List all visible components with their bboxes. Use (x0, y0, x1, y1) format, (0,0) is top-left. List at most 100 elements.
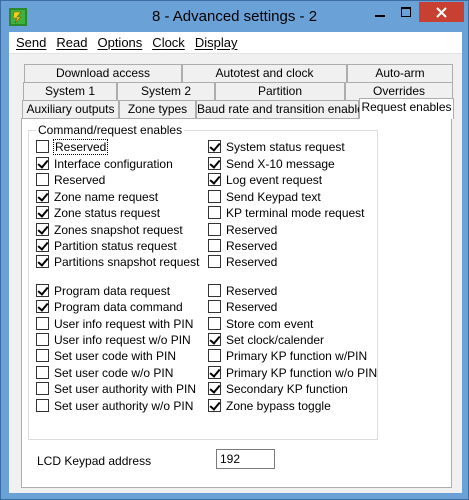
checkbox-box[interactable] (36, 173, 49, 186)
checkbox-left-9-program-data-command[interactable]: Program data command (36, 299, 183, 314)
menu-send[interactable]: Send (11, 35, 51, 50)
checkbox-box[interactable] (208, 349, 221, 362)
checkbox-right-1-send-x-10-message[interactable]: Send X-10 message (208, 156, 335, 171)
checkbox-label: Set user authority with PIN (54, 381, 197, 396)
checkbox-right-5-reserved[interactable]: Reserved (208, 222, 277, 237)
checkbox-left-6-partition-status-request[interactable]: Partition status request (36, 238, 177, 253)
group-title: Command/request enables (36, 123, 185, 137)
checkbox-left-8-program-data-request[interactable]: Program data request (36, 283, 170, 298)
checkbox-box[interactable] (36, 255, 49, 268)
checkbox-right-3-send-keypad-text[interactable]: Send Keypad text (208, 189, 321, 204)
checkbox-left-1-interface-configuration[interactable]: Interface configuration (36, 156, 173, 171)
checkbox-box[interactable] (208, 317, 221, 330)
checkbox-box[interactable] (36, 284, 49, 297)
checkbox-left-12-set-user-code-with-pin[interactable]: Set user code with PIN (36, 348, 176, 363)
menu-display[interactable]: Display (190, 35, 243, 50)
checkbox-right-6-reserved[interactable]: Reserved (208, 238, 277, 253)
checkbox-right-0-system-status-request[interactable]: System status request (208, 139, 345, 154)
tab-zone-types[interactable]: Zone types (119, 100, 196, 118)
checkbox-box[interactable] (36, 140, 49, 153)
checkbox-right-8-reserved[interactable]: Reserved (208, 283, 277, 298)
checkbox-right-4-kp-terminal-mode-request[interactable]: KP terminal mode request (208, 205, 365, 220)
checkbox-label: Reserved (226, 238, 278, 253)
checkbox-box[interactable] (208, 239, 221, 252)
checkbox-box[interactable] (208, 366, 221, 379)
checkbox-label: Store com event (226, 316, 314, 331)
checkbox-box[interactable] (208, 173, 221, 186)
tab-request-enables[interactable]: Request enables (359, 98, 454, 119)
checkbox-box[interactable] (36, 399, 49, 412)
app-window: 8 - Advanced settings - 2 Send Read Opti… (0, 0, 469, 500)
checkbox-left-2-reserved[interactable]: Reserved (36, 172, 105, 187)
checkbox-label: Partition status request (54, 238, 177, 253)
checkbox-box[interactable] (208, 333, 221, 346)
minimize-button[interactable] (367, 2, 393, 22)
close-button[interactable] (419, 2, 464, 22)
menu-read[interactable]: Read (51, 35, 92, 50)
checkbox-left-0-reserved[interactable]: Reserved (36, 138, 109, 155)
checkbox-box[interactable] (36, 366, 49, 379)
checkbox-label: Send Keypad text (226, 189, 321, 204)
menu-clock[interactable]: Clock (147, 35, 190, 50)
tab-auto-arm[interactable]: Auto-arm (347, 64, 453, 82)
checkbox-box[interactable] (36, 190, 49, 203)
menu-options[interactable]: Options (92, 35, 147, 50)
maximize-button[interactable] (393, 2, 419, 22)
checkbox-box[interactable] (36, 239, 49, 252)
checkbox-label: Partitions snapshot request (54, 254, 200, 269)
checkbox-label: Reserved (226, 283, 278, 298)
checkbox-box[interactable] (36, 317, 49, 330)
checkbox-box[interactable] (208, 157, 221, 170)
checkbox-box[interactable] (36, 223, 49, 236)
tab-system-2[interactable]: System 2 (117, 82, 215, 100)
checkbox-left-11-user-info-request-w-o-pin[interactable]: User info request w/o PIN (36, 332, 191, 347)
checkbox-box[interactable] (208, 255, 221, 268)
checkbox-left-4-zone-status-request[interactable]: Zone status request (36, 205, 160, 220)
checkbox-label: Zone status request (54, 205, 161, 220)
tab-download-access[interactable]: Download access (24, 64, 182, 82)
checkbox-box[interactable] (208, 284, 221, 297)
checkbox-box[interactable] (36, 157, 49, 170)
close-icon (436, 6, 447, 18)
checkbox-box[interactable] (36, 349, 49, 362)
checkbox-box[interactable] (208, 382, 221, 395)
maximize-icon (401, 7, 411, 17)
checkbox-left-14-set-user-authority-with-pin[interactable]: Set user authority with PIN (36, 381, 196, 396)
checkbox-box[interactable] (36, 333, 49, 346)
checkbox-left-13-set-user-code-w-o-pin[interactable]: Set user code w/o PIN (36, 365, 173, 380)
checkbox-right-7-reserved[interactable]: Reserved (208, 254, 277, 269)
checkbox-box[interactable] (36, 382, 49, 395)
lcd-keypad-address-input[interactable] (216, 449, 275, 469)
tab-partition[interactable]: Partition (215, 82, 345, 100)
checkbox-label: Send X-10 message (226, 156, 335, 171)
checkbox-label: Zones snapshot request (54, 222, 183, 237)
checkbox-left-10-user-info-request-with-pin[interactable]: User info request with PIN (36, 316, 193, 331)
checkbox-right-9-reserved[interactable]: Reserved (208, 299, 277, 314)
checkbox-right-15-zone-bypass-toggle[interactable]: Zone bypass toggle (208, 398, 331, 413)
checkbox-box[interactable] (36, 206, 49, 219)
checkbox-right-11-set-clock-calender[interactable]: Set clock/calender (208, 332, 324, 347)
tab-autotest-and-clock[interactable]: Autotest and clock (182, 64, 347, 82)
checkbox-right-2-log-event-request[interactable]: Log event request (208, 172, 322, 187)
checkbox-right-10-store-com-event[interactable]: Store com event (208, 316, 313, 331)
checkbox-left-3-zone-name-request[interactable]: Zone name request (36, 189, 158, 204)
tab-baud-rate[interactable]: Baud rate and transition enable (196, 100, 364, 118)
title-bar[interactable]: 8 - Advanced settings - 2 (1, 1, 468, 32)
checkbox-left-7-partitions-snapshot-request[interactable]: Partitions snapshot request (36, 254, 199, 269)
checkbox-box[interactable] (208, 190, 221, 203)
checkbox-right-12-primary-kp-function-w-pin[interactable]: Primary KP function w/PIN (208, 348, 367, 363)
checkbox-label: Primary KP function w/PIN (226, 348, 368, 363)
tab-auxiliary-outputs[interactable]: Auxiliary outputs (22, 100, 119, 118)
checkbox-box[interactable] (208, 399, 221, 412)
checkbox-box[interactable] (208, 223, 221, 236)
checkbox-box[interactable] (208, 300, 221, 313)
checkbox-label: Reserved (226, 222, 278, 237)
checkbox-right-14-secondary-kp-function[interactable]: Secondary KP function (208, 381, 348, 396)
checkbox-box[interactable] (208, 206, 221, 219)
checkbox-right-13-primary-kp-function-w-o-pin[interactable]: Primary KP function w/o PIN (208, 365, 377, 380)
checkbox-left-15-set-user-authority-w-o-pin[interactable]: Set user authority w/o PIN (36, 398, 193, 413)
checkbox-box[interactable] (36, 300, 49, 313)
tab-system-1[interactable]: System 1 (23, 82, 117, 100)
checkbox-box[interactable] (208, 140, 221, 153)
checkbox-left-5-zones-snapshot-request[interactable]: Zones snapshot request (36, 222, 183, 237)
